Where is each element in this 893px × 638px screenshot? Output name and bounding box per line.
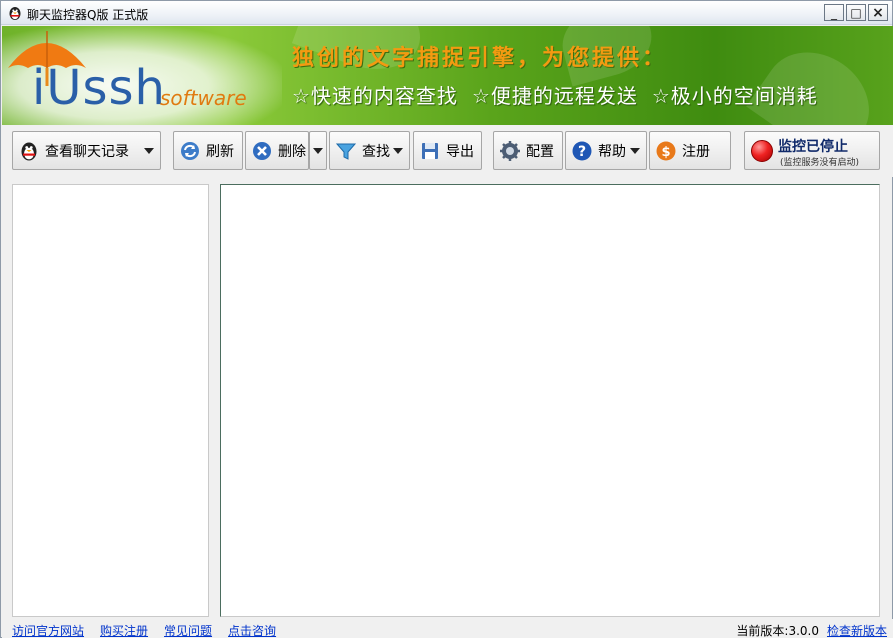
refresh-icon: [178, 139, 202, 163]
app-window: 聊天监控器Q版 正式版 _ □ × iUssh software 独创的文字捕捉…: [0, 0, 893, 638]
help-button[interactable]: ? 帮助: [565, 131, 647, 170]
check-update-link[interactable]: 检查新版本: [827, 622, 887, 638]
monitor-status-button[interactable]: 监控已停止 (监控服务没有启动): [744, 131, 880, 170]
status-light-icon: [751, 140, 773, 162]
svg-text:$: $: [661, 145, 670, 160]
search-label: 查找: [362, 143, 390, 160]
monitor-status-label: 监控已停止: [778, 139, 848, 155]
version-label: 当前版本:3.0.0: [736, 624, 819, 638]
title-bar: 聊天监控器Q版 正式版 _ □ ×: [1, 1, 892, 25]
buy-register-link[interactable]: 购买注册: [100, 622, 148, 638]
chevron-down-icon: [313, 147, 323, 154]
chat-content-panel[interactable]: [220, 184, 880, 617]
status-bar: 访问官方网站 购买注册 常见问题 点击咨询 当前版本:3.0.0 检查新版本: [2, 619, 893, 638]
export-icon: [418, 139, 442, 163]
refresh-label: 刷新: [206, 143, 234, 160]
chevron-down-icon: [393, 147, 403, 154]
window-controls: _ □ ×: [824, 4, 888, 21]
faq-link[interactable]: 常见问题: [164, 622, 212, 638]
view-records-button[interactable]: 查看聊天记录: [12, 131, 161, 170]
view-records-label: 查看聊天记录: [45, 143, 129, 160]
chevron-down-icon: [630, 147, 640, 154]
help-icon: ?: [570, 139, 594, 163]
window-title: 聊天监控器Q版 正式版: [27, 8, 149, 22]
qq-penguin-icon: [17, 139, 41, 163]
delete-button[interactable]: 删除: [245, 131, 309, 170]
logo-subtitle: software: [160, 86, 247, 110]
register-button[interactable]: $ 注册: [649, 131, 731, 170]
delete-dropdown-button[interactable]: [309, 131, 327, 170]
decorative-leaf: [746, 32, 888, 125]
delete-icon: [250, 139, 274, 163]
export-button[interactable]: 导出: [413, 131, 482, 170]
banner-feature: ☆极小的空间消耗: [651, 84, 818, 108]
config-button[interactable]: 配置: [493, 131, 563, 170]
toolbar: 查看聊天记录 刷新 删除 查找 导出 配置 ? 帮助 $ 注册 监控已停止 (监…: [2, 125, 893, 177]
svg-text:?: ?: [578, 144, 586, 160]
banner-feature: ☆便捷的远程发送: [471, 84, 638, 108]
delete-label: 删除: [278, 143, 306, 160]
consult-link[interactable]: 点击咨询: [228, 622, 276, 638]
contact-list-panel[interactable]: [12, 184, 209, 617]
official-site-link[interactable]: 访问官方网站: [12, 622, 84, 638]
search-button[interactable]: 查找: [329, 131, 410, 170]
header-banner: iUssh software 独创的文字捕捉引擎，为您提供： ☆快速的内容查找 …: [2, 26, 893, 125]
monitor-status-sublabel: (监控服务没有启动): [780, 158, 860, 168]
funnel-icon: [334, 139, 358, 163]
maximize-button[interactable]: □: [846, 4, 866, 21]
export-label: 导出: [446, 143, 474, 160]
config-label: 配置: [526, 143, 554, 160]
dollar-icon: $: [654, 139, 678, 163]
close-button[interactable]: ×: [868, 4, 888, 21]
chevron-down-icon: [144, 147, 154, 154]
banner-features: ☆快速的内容查找 ☆便捷的远程发送 ☆极小的空间消耗: [292, 80, 818, 109]
banner-feature: ☆快速的内容查找: [292, 84, 458, 108]
status-links: 访问官方网站 购买注册 常见问题 点击咨询: [12, 622, 276, 638]
help-label: 帮助: [598, 143, 626, 160]
register-label: 注册: [682, 143, 710, 160]
gear-icon: [498, 139, 522, 163]
banner-heading: 独创的文字捕捉引擎，为您提供：: [292, 46, 668, 71]
logo-wordmark: iUssh: [32, 60, 166, 116]
refresh-button[interactable]: 刷新: [173, 131, 243, 170]
qq-penguin-icon: [9, 7, 21, 20]
version-area: 当前版本:3.0.0 检查新版本: [736, 622, 887, 638]
minimize-button[interactable]: _: [824, 4, 844, 21]
